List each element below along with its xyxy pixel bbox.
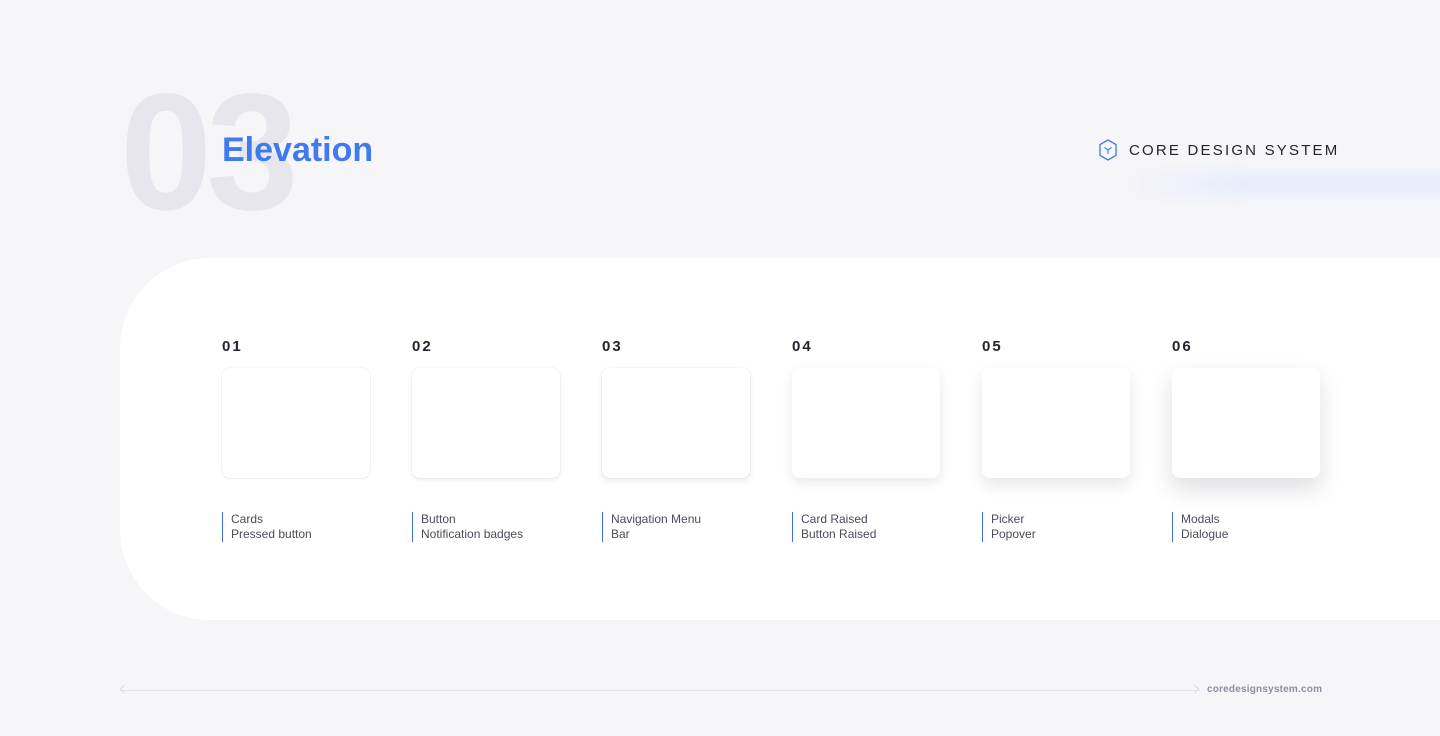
level-description: Cards Pressed button: [222, 512, 372, 542]
elevation-level-01: 01 Cards Pressed button: [222, 338, 372, 542]
elevation-sample-card: [412, 368, 560, 478]
level-usage-1: Navigation Menu: [611, 512, 702, 526]
elevation-level-02: 02 Button Notification badges: [412, 338, 562, 542]
level-number: 03: [602, 338, 623, 355]
elevation-level-03: 03 Navigation Menu Bar: [602, 338, 752, 542]
level-usage-2: Button Raised: [801, 527, 877, 541]
level-usage-1: Modals: [1181, 512, 1220, 526]
level-usage-1: Button: [421, 512, 456, 526]
level-description: Button Notification badges: [412, 512, 562, 542]
arrow-right-icon[interactable]: [1190, 684, 1200, 694]
level-usage-1: Card Raised: [801, 512, 868, 526]
footer-divider: [120, 690, 1200, 691]
elevation-sample-card: [602, 368, 750, 478]
level-number: 02: [412, 338, 433, 355]
level-description: Card Raised Button Raised: [792, 512, 942, 542]
page-title: Elevation: [222, 131, 374, 169]
level-description: Navigation Menu Bar: [602, 512, 752, 542]
level-usage-1: Picker: [991, 512, 1025, 526]
level-number: 01: [222, 338, 243, 355]
brand-name: CORE DESIGN SYSTEM: [1129, 141, 1340, 159]
elevation-level-04: 04 Card Raised Button Raised: [792, 338, 942, 542]
level-number: 06: [1172, 338, 1193, 355]
level-usage-2: Pressed button: [231, 527, 312, 541]
level-usage-2: Popover: [991, 527, 1036, 541]
elevation-sample-card: [222, 368, 370, 478]
level-number: 04: [792, 338, 813, 355]
level-usage-1: Cards: [231, 512, 264, 526]
brand[interactable]: CORE DESIGN SYSTEM: [1098, 138, 1339, 162]
hexagon-cube-icon: [1099, 139, 1117, 161]
brand-glow: [1120, 172, 1440, 196]
elevation-sample-card: [982, 368, 1130, 478]
level-description: Modals Dialogue: [1172, 512, 1322, 542]
level-description: Picker Popover: [982, 512, 1132, 542]
arrow-left-icon[interactable]: [119, 684, 129, 694]
level-usage-2: Bar: [611, 527, 630, 541]
elevation-level-06: 06 Modals Dialogue: [1172, 338, 1322, 542]
level-number: 05: [982, 338, 1003, 355]
elevation-sample-card: [792, 368, 940, 478]
elevation-level-05: 05 Picker Popover: [982, 338, 1132, 542]
level-usage-2: Notification badges: [421, 527, 524, 541]
page: 03 Elevation CORE DESIGN SYSTEM 01 Cards…: [0, 0, 1440, 736]
footer-url-link[interactable]: coredesignsystem.com: [1207, 684, 1322, 695]
elevation-sample-card: [1172, 368, 1320, 478]
level-usage-2: Dialogue: [1181, 527, 1229, 541]
